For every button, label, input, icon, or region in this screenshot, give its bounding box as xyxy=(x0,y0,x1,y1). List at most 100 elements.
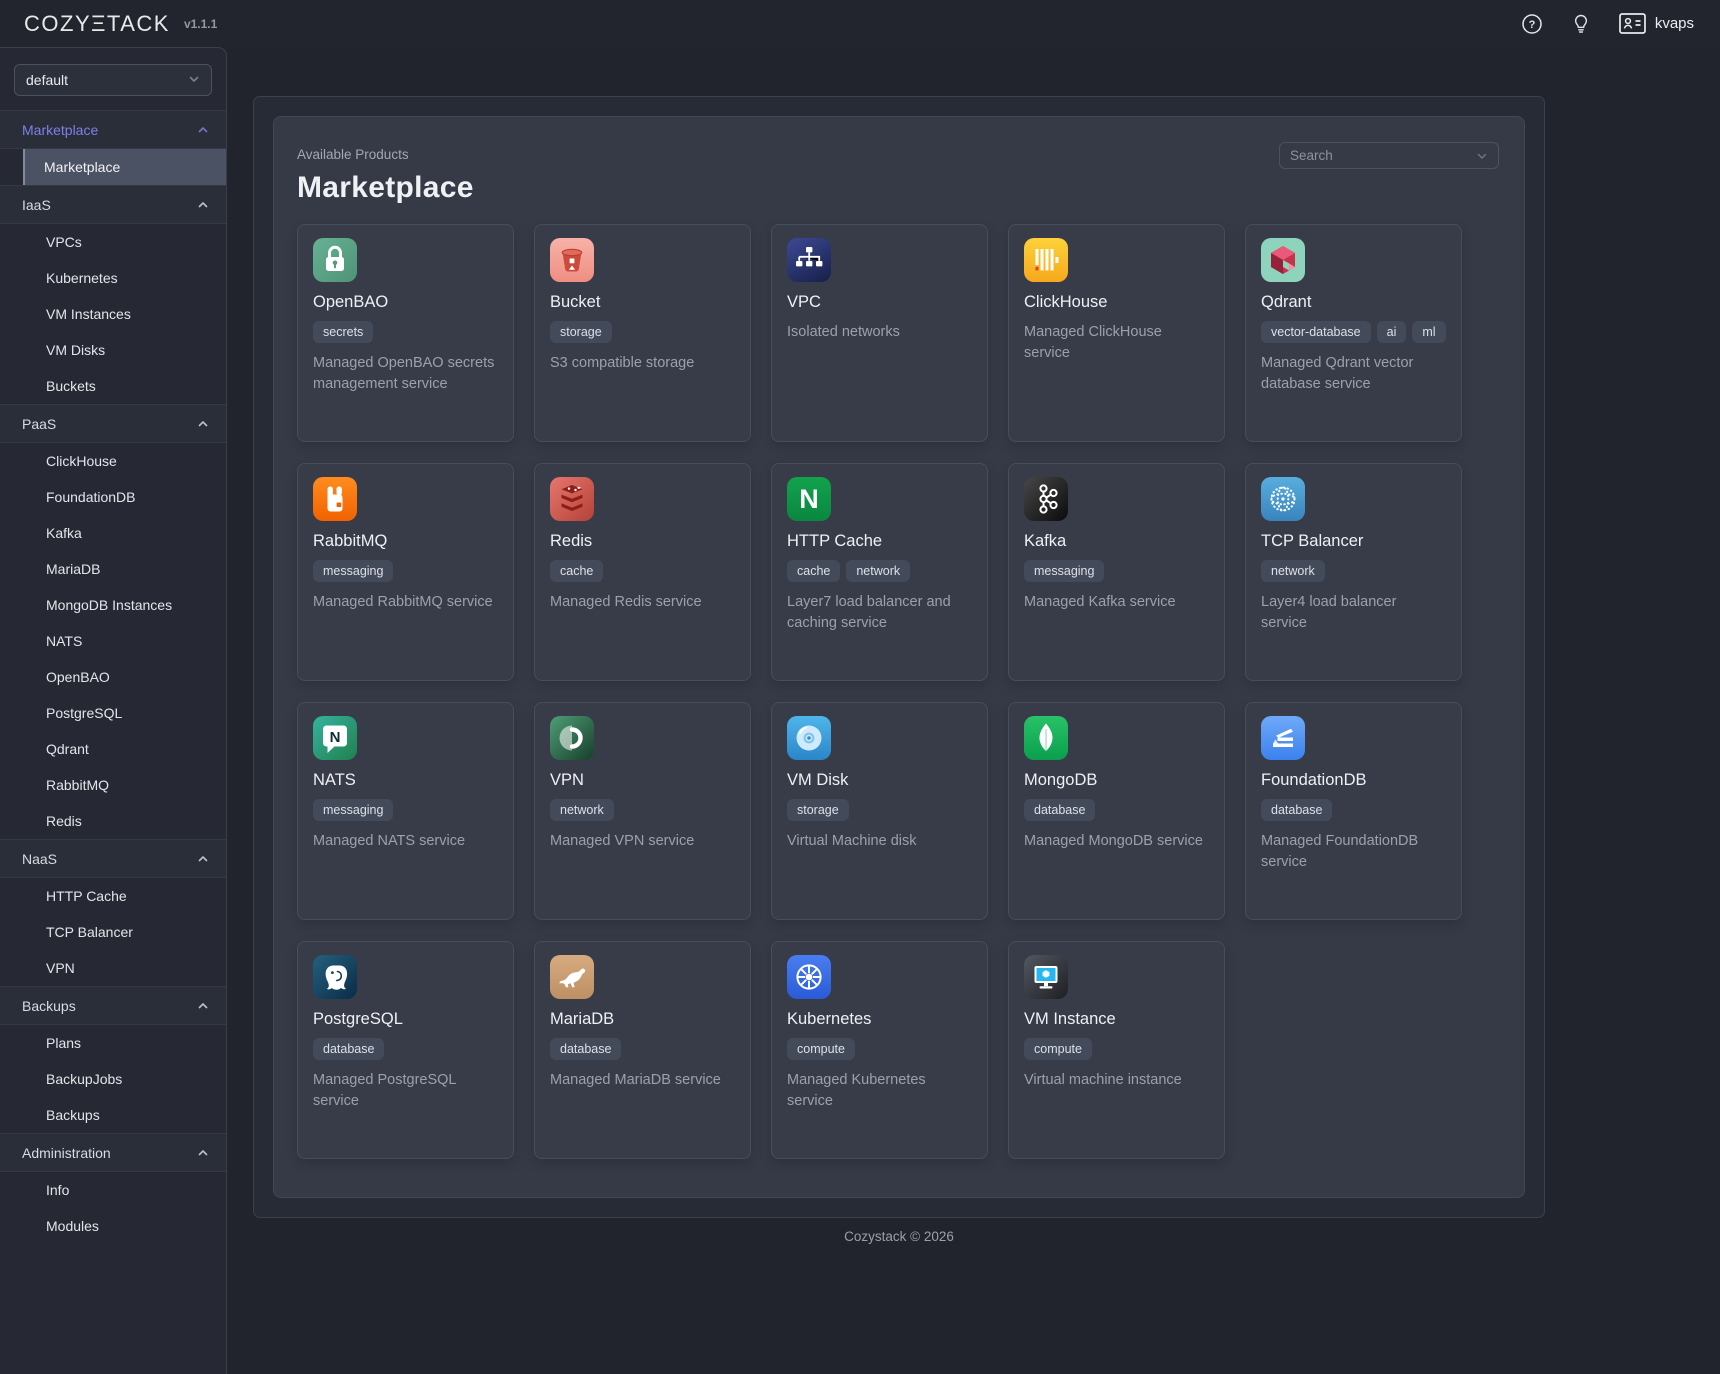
workspace-select-value: default xyxy=(26,72,68,88)
chevron-up-icon xyxy=(197,853,209,865)
product-card-mongodb[interactable]: MongoDBdatabaseManaged MongoDB service xyxy=(1008,702,1225,920)
product-description: Managed ClickHouse service xyxy=(1024,322,1209,363)
sidebar-item-vm-disks[interactable]: VM Disks xyxy=(0,332,226,368)
sidebar-item-qdrant[interactable]: Qdrant xyxy=(0,731,226,767)
product-description: Managed FoundationDB service xyxy=(1261,831,1446,872)
sidebar-item-modules[interactable]: Modules xyxy=(0,1208,226,1244)
product-card-http-cache[interactable]: NHTTP CachecachenetworkLayer7 load balan… xyxy=(771,463,988,681)
product-card-redis[interactable]: Redis cache Managed Redis service xyxy=(534,463,751,681)
sidebar-section-items: ClickHouseFoundationDBKafkaMariaDBMongoD… xyxy=(0,443,226,839)
globe-dots-icon xyxy=(1261,477,1305,521)
sidebar-item-mariadb[interactable]: MariaDB xyxy=(0,551,226,587)
app-version: v1.1.1 xyxy=(184,17,217,31)
content-panel: Available Products Marketplace Search Op… xyxy=(273,116,1525,1198)
product-tags: cache xyxy=(550,560,735,582)
product-title: OpenBAO xyxy=(313,293,498,312)
product-description: S3 compatible storage xyxy=(550,353,735,374)
sidebar-item-backups[interactable]: Backups xyxy=(0,1097,226,1133)
product-card-kafka[interactable]: KafkamessagingManaged Kafka service xyxy=(1008,463,1225,681)
product-card-qdrant[interactable]: Qdrantvector-databaseaimlManaged Qdrant … xyxy=(1245,224,1462,442)
product-card-vpc[interactable]: VPCIsolated networks xyxy=(771,224,988,442)
product-description: Virtual Machine disk xyxy=(787,831,972,852)
tag-messaging: messaging xyxy=(1024,560,1104,582)
lightbulb-icon[interactable] xyxy=(1571,13,1591,35)
sidebar-section-paas[interactable]: PaaS xyxy=(0,404,226,443)
sidebar-item-postgresql[interactable]: PostgreSQL xyxy=(0,695,226,731)
sidebar-item-kubernetes[interactable]: Kubernetes xyxy=(0,260,226,296)
sidebar-item-rabbitmq[interactable]: RabbitMQ xyxy=(0,767,226,803)
sidebar-item-mongodb-instances[interactable]: MongoDB Instances xyxy=(0,587,226,623)
sidebar-section-items: InfoModules xyxy=(0,1172,226,1244)
product-title: ClickHouse xyxy=(1024,293,1209,312)
sidebar-item-info[interactable]: Info xyxy=(0,1172,226,1208)
product-title: Kubernetes xyxy=(787,1010,972,1029)
search-input[interactable]: Search xyxy=(1279,142,1499,169)
sidebar-item-redis[interactable]: Redis xyxy=(0,803,226,839)
sidebar-section-administration[interactable]: Administration xyxy=(0,1133,226,1172)
chevron-up-icon xyxy=(197,418,209,430)
sidebar-item-marketplace[interactable]: Marketplace xyxy=(23,149,226,185)
product-description: Managed NATS service xyxy=(313,831,498,852)
network-tree-icon xyxy=(787,238,831,282)
sidebar-item-nats[interactable]: NATS xyxy=(0,623,226,659)
bucket-icon xyxy=(550,238,594,282)
sidebar-section-naas[interactable]: NaaS xyxy=(0,839,226,878)
product-card-vpn[interactable]: VPNnetworkManaged VPN service xyxy=(534,702,751,920)
sidebar-item-vpcs[interactable]: VPCs xyxy=(0,224,226,260)
product-card-kubernetes[interactable]: KubernetescomputeManaged Kubernetes serv… xyxy=(771,941,988,1159)
product-title: Bucket xyxy=(550,293,735,312)
tag-network: network xyxy=(1261,560,1325,582)
product-title: Redis xyxy=(550,532,735,551)
product-card-vm-instance[interactable]: VM InstancecomputeVirtual machine instan… xyxy=(1008,941,1225,1159)
nginx-n-icon: N xyxy=(787,477,831,521)
sidebar-item-vm-instances[interactable]: VM Instances xyxy=(0,296,226,332)
sidebar-item-openbao[interactable]: OpenBAO xyxy=(0,659,226,695)
product-title: VPC xyxy=(787,293,972,312)
product-card-openbao[interactable]: OpenBAOsecretsManaged OpenBAO secrets ma… xyxy=(297,224,514,442)
tag-ai: ai xyxy=(1377,321,1407,343)
sidebar-section-backups[interactable]: Backups xyxy=(0,986,226,1025)
help-icon[interactable]: ? xyxy=(1521,13,1543,35)
product-description: Managed Redis service xyxy=(550,592,735,613)
sidebar-item-backupjobs[interactable]: BackupJobs xyxy=(0,1061,226,1097)
workspace-select[interactable]: default xyxy=(14,64,212,96)
product-tags: network xyxy=(550,799,735,821)
product-tags: storage xyxy=(787,799,972,821)
building-icon xyxy=(1261,716,1305,760)
product-card-foundationdb[interactable]: FoundationDBdatabaseManaged FoundationDB… xyxy=(1245,702,1462,920)
chevron-down-icon xyxy=(1476,150,1488,162)
search-placeholder: Search xyxy=(1290,148,1333,163)
sidebar-item-vpn[interactable]: VPN xyxy=(0,950,226,986)
chevron-up-icon xyxy=(197,1000,209,1012)
product-tags: compute xyxy=(1024,1038,1209,1060)
product-title: VPN xyxy=(550,771,735,790)
tag-secrets: secrets xyxy=(313,321,373,343)
tag-vector-database: vector-database xyxy=(1261,321,1371,343)
sidebar-item-kafka[interactable]: Kafka xyxy=(0,515,226,551)
sidebar-section-label: Administration xyxy=(22,1145,111,1161)
sidebar-item-tcp-balancer[interactable]: TCP Balancer xyxy=(0,914,226,950)
main-panel: Available Products Marketplace Search Op… xyxy=(253,96,1545,1218)
sidebar-section-marketplace[interactable]: Marketplace xyxy=(0,110,226,149)
product-card-mariadb[interactable]: MariaDBdatabaseManaged MariaDB service xyxy=(534,941,751,1159)
product-card-vm-disk[interactable]: VM DiskstorageVirtual Machine disk xyxy=(771,702,988,920)
user-menu[interactable]: kvaps xyxy=(1619,13,1694,34)
product-card-tcp-balancer[interactable]: TCP BalancernetworkLayer4 load balancer … xyxy=(1245,463,1462,681)
product-card-rabbitmq[interactable]: RabbitMQmessagingManaged RabbitMQ servic… xyxy=(297,463,514,681)
sidebar-item-http-cache[interactable]: HTTP Cache xyxy=(0,878,226,914)
sidebar-section-iaas[interactable]: IaaS xyxy=(0,185,226,224)
product-card-postgresql[interactable]: PostgreSQLdatabaseManaged PostgreSQL ser… xyxy=(297,941,514,1159)
tag-cache: cache xyxy=(550,560,603,582)
vm-monitor-icon xyxy=(1024,955,1068,999)
sidebar-item-foundationdb[interactable]: FoundationDB xyxy=(0,479,226,515)
sidebar-item-plans[interactable]: Plans xyxy=(0,1025,226,1061)
disk-icon xyxy=(787,716,831,760)
product-description: Layer7 load balancer and caching service xyxy=(787,592,972,633)
product-card-clickhouse[interactable]: ClickHouse Managed ClickHouse service xyxy=(1008,224,1225,442)
product-card-nats[interactable]: NNATSmessagingManaged NATS service xyxy=(297,702,514,920)
sidebar-item-buckets[interactable]: Buckets xyxy=(0,368,226,404)
product-description: Managed Qdrant vector database service xyxy=(1261,353,1446,394)
product-card-bucket[interactable]: BucketstorageS3 compatible storage xyxy=(534,224,751,442)
sidebar-item-clickhouse[interactable]: ClickHouse xyxy=(0,443,226,479)
tag-database: database xyxy=(1024,799,1095,821)
